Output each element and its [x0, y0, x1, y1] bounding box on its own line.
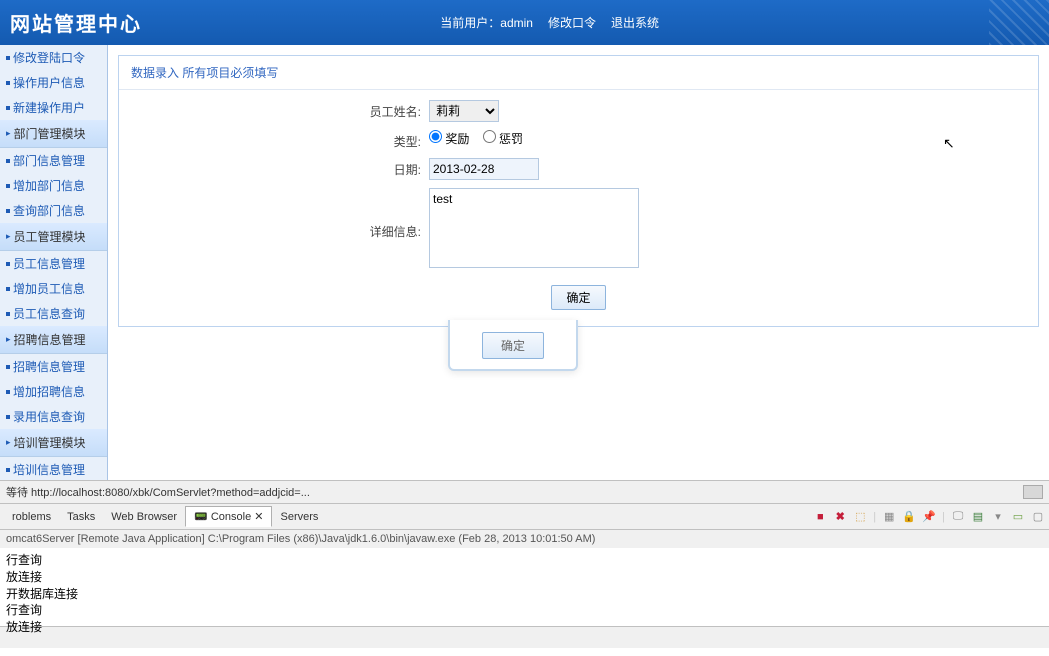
bullet-icon: [6, 81, 10, 85]
sidebar-item[interactable]: 招聘信息管理: [0, 354, 107, 379]
display-icon[interactable]: 🖵: [951, 510, 965, 524]
app-header: 网站管理中心 当前用户：admin 修改口令 退出系统: [0, 0, 1049, 45]
tab-tasks[interactable]: Tasks: [59, 508, 103, 526]
sidebar-item[interactable]: 新建操作用户: [0, 95, 107, 120]
console-output[interactable]: 行查询放连接开数据库连接行查询放连接: [0, 548, 1049, 626]
remove-terminated-icon[interactable]: ✖: [833, 510, 847, 524]
change-password-link[interactable]: 修改口令: [548, 14, 596, 31]
expand-icon: ▸: [6, 231, 11, 242]
sidebar-header[interactable]: ▸ 部门管理模块: [0, 120, 107, 148]
open-console-icon[interactable]: ▤: [971, 510, 985, 524]
sidebar-item[interactable]: 录用信息查询: [0, 404, 107, 429]
tab-web-browser[interactable]: Web Browser: [103, 508, 185, 526]
expand-icon: ▸: [6, 128, 11, 139]
min-icon[interactable]: ▭: [1011, 510, 1025, 524]
submit-button[interactable]: 确定: [551, 285, 605, 310]
console-process-header: omcat6Server [Remote Java Application] C…: [0, 530, 1049, 548]
detail-textarea[interactable]: test: [429, 188, 639, 268]
type-radio-punish[interactable]: 惩罚: [483, 132, 523, 146]
max-icon[interactable]: ▢: [1031, 510, 1045, 524]
form-panel: 数据录入 所有项目必须填写 员工姓名: 莉莉 类型: 奖励 惩罚: [118, 55, 1039, 327]
sidebar-item[interactable]: 查询部门信息: [0, 198, 107, 223]
main-content: 数据录入 所有项目必须填写 员工姓名: 莉莉 类型: 奖励 惩罚: [108, 45, 1049, 480]
panel-breadcrumb: 数据录入 所有项目必须填写: [119, 56, 1038, 90]
date-label: 日期:: [139, 158, 429, 178]
expand-icon: ▸: [6, 334, 11, 345]
date-input[interactable]: [429, 158, 539, 180]
tab-close-icon[interactable]: ✕: [254, 511, 263, 523]
console-line: 开数据库连接: [6, 586, 1043, 603]
scroll-lock-icon[interactable]: 🔒: [902, 510, 916, 524]
sidebar-item[interactable]: 增加员工信息: [0, 276, 107, 301]
bullet-icon: [6, 106, 10, 110]
header-user-area: 当前用户：admin 修改口令 退出系统: [440, 14, 659, 31]
browser-status-bar: 等待 http://localhost:8080/xbk/ComServlet?…: [0, 480, 1049, 503]
logout-link[interactable]: 退出系统: [611, 14, 659, 31]
console-line: 放连接: [6, 569, 1043, 586]
employee-select[interactable]: 莉莉: [429, 100, 499, 122]
ide-bottom-bar: [0, 626, 1049, 648]
tab-console[interactable]: 📟 Console ✕: [185, 506, 272, 527]
status-text: 等待 http://localhost:8080/xbk/ComServlet?…: [6, 484, 310, 500]
sidebar-item[interactable]: 员工信息管理: [0, 251, 107, 276]
bullet-icon: [6, 159, 10, 163]
detail-label: 详细信息:: [139, 188, 429, 240]
sidebar-item[interactable]: 操作用户信息: [0, 70, 107, 95]
bullet-icon: [6, 390, 10, 394]
bullet-icon: [6, 209, 10, 213]
sidebar-item[interactable]: 修改登陆口令: [0, 45, 107, 70]
sidebar-nav[interactable]: 修改登陆口令 操作用户信息 新建操作用户▸ 部门管理模块 部门信息管理 增加部门…: [0, 45, 108, 480]
header-decor: [989, 0, 1049, 45]
type-radio-reward[interactable]: 奖励: [429, 132, 469, 146]
sidebar-header[interactable]: ▸ 招聘信息管理: [0, 326, 107, 354]
tab-problems[interactable]: roblems: [4, 508, 59, 526]
sidebar-header[interactable]: ▸ 员工管理模块: [0, 223, 107, 251]
type-label: 类型:: [139, 130, 429, 150]
console-line: 行查询: [6, 602, 1043, 619]
employee-label: 员工姓名:: [139, 100, 429, 120]
bullet-icon: [6, 415, 10, 419]
bullet-icon: [6, 184, 10, 188]
sidebar-item[interactable]: 部门信息管理: [0, 148, 107, 173]
bullet-icon: [6, 312, 10, 316]
remove-all-icon[interactable]: ⬚: [853, 510, 867, 524]
sidebar-item[interactable]: 员工信息查询: [0, 301, 107, 326]
clear-console-icon[interactable]: ▦: [882, 510, 896, 524]
console-line: 行查询: [6, 552, 1043, 569]
sidebar-item[interactable]: 增加招聘信息: [0, 379, 107, 404]
console-toolbar: ■ ✖ ⬚ | ▦ 🔒 📌 | 🖵 ▤ ▾ ▭ ▢: [813, 510, 1045, 524]
sidebar-header[interactable]: ▸ 培训管理模块: [0, 429, 107, 457]
expand-icon: ▸: [6, 437, 11, 448]
ide-tab-bar: roblems Tasks Web Browser 📟 Console ✕ Se…: [0, 503, 1049, 530]
bullet-icon: [6, 262, 10, 266]
cursor-icon: ↖: [943, 135, 955, 152]
pin-console-icon[interactable]: 📌: [922, 510, 936, 524]
dropdown-icon[interactable]: ▾: [991, 510, 1005, 524]
bullet-icon: [6, 365, 10, 369]
sidebar-item[interactable]: 增加部门信息: [0, 173, 107, 198]
bullet-icon: [6, 287, 10, 291]
tab-servers[interactable]: Servers: [272, 508, 326, 526]
status-scroll-placeholder: [1023, 485, 1043, 499]
bullet-icon: [6, 468, 10, 472]
confirm-dialog: 确定: [448, 320, 578, 371]
terminate-icon[interactable]: ■: [813, 510, 827, 524]
bullet-icon: [6, 56, 10, 60]
sidebar-item[interactable]: 培训信息管理: [0, 457, 107, 480]
app-title: 网站管理中心: [10, 8, 142, 37]
dialog-ok-button[interactable]: 确定: [482, 332, 544, 359]
current-user-label: 当前用户：admin: [440, 14, 533, 31]
